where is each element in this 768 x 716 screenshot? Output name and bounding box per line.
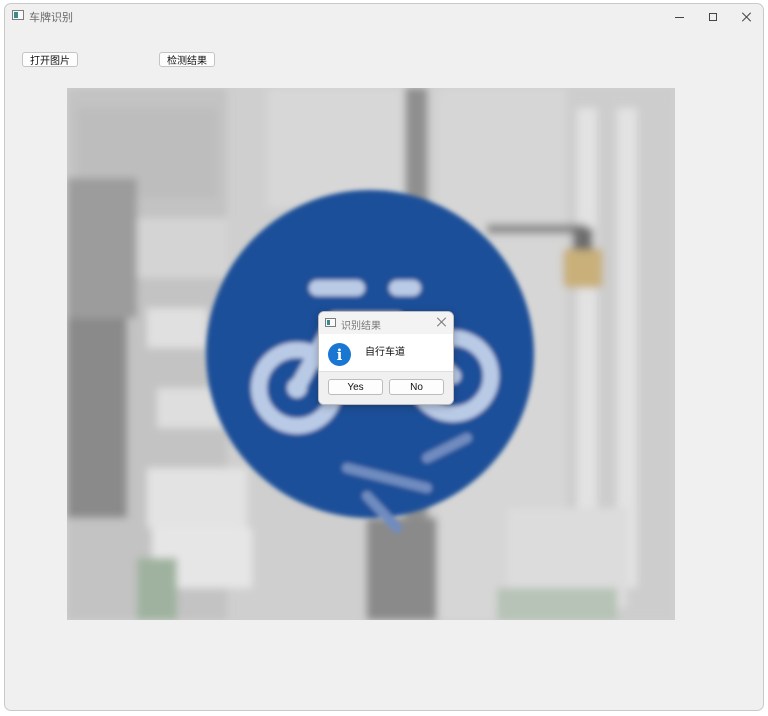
app-icon — [12, 10, 24, 20]
open-image-button[interactable]: 打开图片 — [22, 52, 78, 67]
maximize-icon — [709, 13, 717, 21]
dialog-title-bar[interactable]: 识别结果 — [319, 312, 453, 334]
close-button[interactable] — [730, 4, 763, 30]
dialog-title: 识别结果 — [341, 321, 381, 332]
no-button[interactable]: No — [389, 379, 444, 395]
dialog-app-icon — [325, 318, 336, 327]
dialog-body: i 自行车道 — [319, 334, 453, 371]
window-title: 车牌识别 — [29, 11, 73, 24]
title-bar[interactable]: 车牌识别 — [5, 4, 763, 30]
info-icon: i — [328, 343, 351, 366]
close-icon — [742, 12, 752, 22]
recognition-result-dialog: 识别结果 i 自行车道 Yes No — [318, 311, 454, 405]
detect-result-button[interactable]: 检测结果 — [159, 52, 215, 67]
yes-button[interactable]: Yes — [328, 379, 383, 395]
dialog-message: 自行车道 — [365, 347, 405, 358]
minimize-icon — [674, 16, 684, 18]
maximize-button[interactable] — [696, 4, 730, 30]
main-window: 车牌识别 打开图片 检测结果 识别结果 i 自行车道 Yes No — [4, 3, 764, 711]
image-display: 识别结果 i 自行车道 Yes No — [67, 88, 675, 620]
dialog-button-bar: Yes No — [319, 371, 453, 404]
minimize-button[interactable] — [662, 4, 696, 30]
dialog-close-icon[interactable] — [437, 317, 447, 327]
